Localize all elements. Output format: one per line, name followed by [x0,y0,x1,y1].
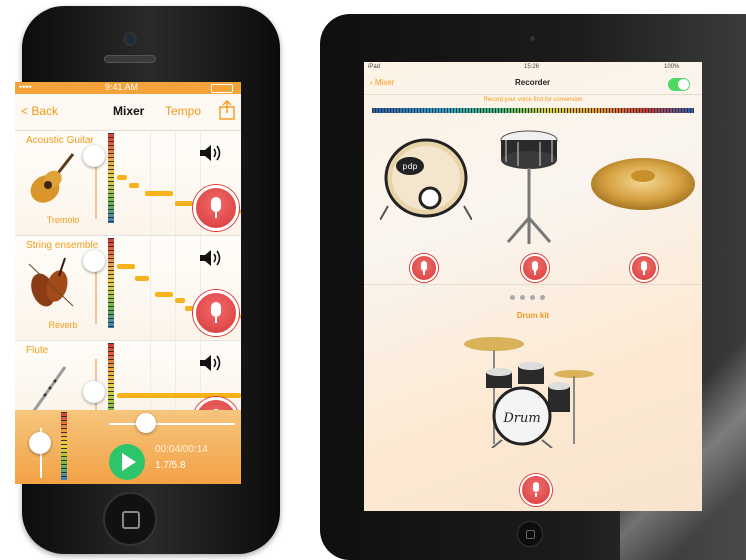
back-button[interactable]: < Back [21,104,58,118]
mixer-nav-bar: < Back Mixer Tempo [15,94,241,131]
acoustic-guitar-icon [30,153,75,203]
divider [364,284,702,285]
master-volume-knob[interactable] [29,432,51,454]
track-string-ensemble: String ensemble Reverb [15,236,241,341]
record-button-drum-kit[interactable] [520,474,552,506]
volume-knob[interactable] [83,250,105,272]
front-camera [123,32,137,46]
tempo-button[interactable]: Tempo [165,104,201,118]
carrier-label: iPad [368,64,381,70]
snare-drum-icon[interactable] [498,128,560,244]
track-name: String ensemble [26,240,99,251]
svg-text:Drum: Drum [502,411,540,426]
home-button[interactable] [517,521,543,547]
playback-ratio: 1.7/5.8 [155,460,186,471]
status-time: 9:41 AM [105,82,139,92]
page-dot[interactable] [520,295,525,300]
signal-indicator: •••• [19,82,32,92]
page-title: Mixer [113,104,145,118]
level-meter [108,133,114,223]
speaker-icon[interactable] [198,353,222,373]
volume-knob[interactable] [83,145,105,167]
track-name: Flute [26,345,49,356]
drum-kit-icon[interactable]: Drum [462,332,602,448]
page-title: Recorder [515,78,551,87]
page-dot[interactable] [510,295,515,300]
master-level-meter [61,412,67,480]
status-bar: iPad 15:26 100% [364,62,702,72]
track-name: Acoustic Guitar [26,135,94,146]
share-icon[interactable] [219,100,235,120]
speaker-icon[interactable] [198,143,222,163]
status-bar: •••• 9:41 AM [15,82,241,94]
front-camera [530,36,535,41]
battery-label: 100% [664,64,680,70]
record-button-bass-drum[interactable] [410,254,438,282]
playback-time: 00:04/00:14 [155,444,208,455]
back-button[interactable]: ‹ Mixer [370,78,394,87]
level-meter [108,238,114,328]
instruction-text: Record your voice first for conversion [483,97,583,103]
page-dot[interactable] [540,295,545,300]
speaker-icon[interactable] [198,248,222,268]
track-effect: Tremolo [46,215,80,225]
svg-text:pdp: pdp [402,162,417,171]
violin-icon [28,257,74,307]
earpiece-speaker [104,55,156,63]
back-label: Mixer [374,78,395,87]
recorder-nav-bar: ‹ Mixer Recorder [364,72,702,95]
page-dot[interactable] [530,295,535,300]
play-button[interactable] [109,444,145,480]
bass-drum-icon[interactable]: pdp [380,136,472,220]
track-flute: Flute [15,341,241,445]
progress-track [109,423,235,425]
spectrum-bar [372,108,694,113]
record-button-cymbal[interactable] [630,254,658,282]
record-button[interactable] [193,290,239,336]
record-button-snare-drum[interactable] [521,254,549,282]
kit-label: Drum kit [516,311,550,320]
cymbal-icon[interactable] [590,150,696,212]
volume-knob[interactable] [83,381,105,403]
ipad-screen: iPad 15:26 100% ‹ Mixer Recorder Record … [364,62,702,511]
battery-icon [211,84,233,93]
record-button[interactable] [193,185,239,231]
record-toggle[interactable] [668,78,690,91]
track-acoustic-guitar: Acoustic Guitar Tremolo [15,131,241,236]
iphone-screen: •••• 9:41 AM < Back Mixer Tempo Acoustic… [15,82,241,484]
flute-icon [29,366,67,416]
home-button[interactable] [103,492,157,546]
track-effect: Reverb [48,320,78,330]
progress-slider[interactable] [135,413,156,433]
status-time: 15:26 [524,64,540,70]
player-panel: 00:04/00:14 1.7/5.8 [15,410,241,484]
